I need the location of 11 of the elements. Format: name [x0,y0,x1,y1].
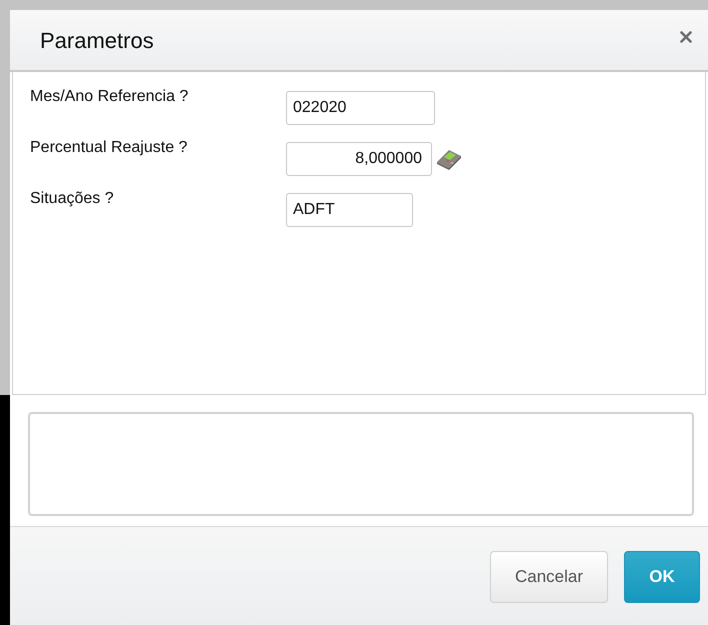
field-label: Situações ? [30,190,115,208]
memo-field[interactable] [28,412,694,516]
close-icon[interactable] [680,31,692,43]
input-field[interactable]: 8,000000 [286,142,432,176]
input-field[interactable]: ADFT [286,193,413,227]
field-label: Mes/Ano Referencia ? [30,88,190,106]
input-field[interactable]: 022020 [286,91,435,125]
cancel-button[interactable]: Cancelar [490,551,608,603]
field-label: Percentual Reajuste ? [30,139,188,157]
dialog-title: Parametros [40,28,154,54]
calculator-icon[interactable] [435,148,463,170]
